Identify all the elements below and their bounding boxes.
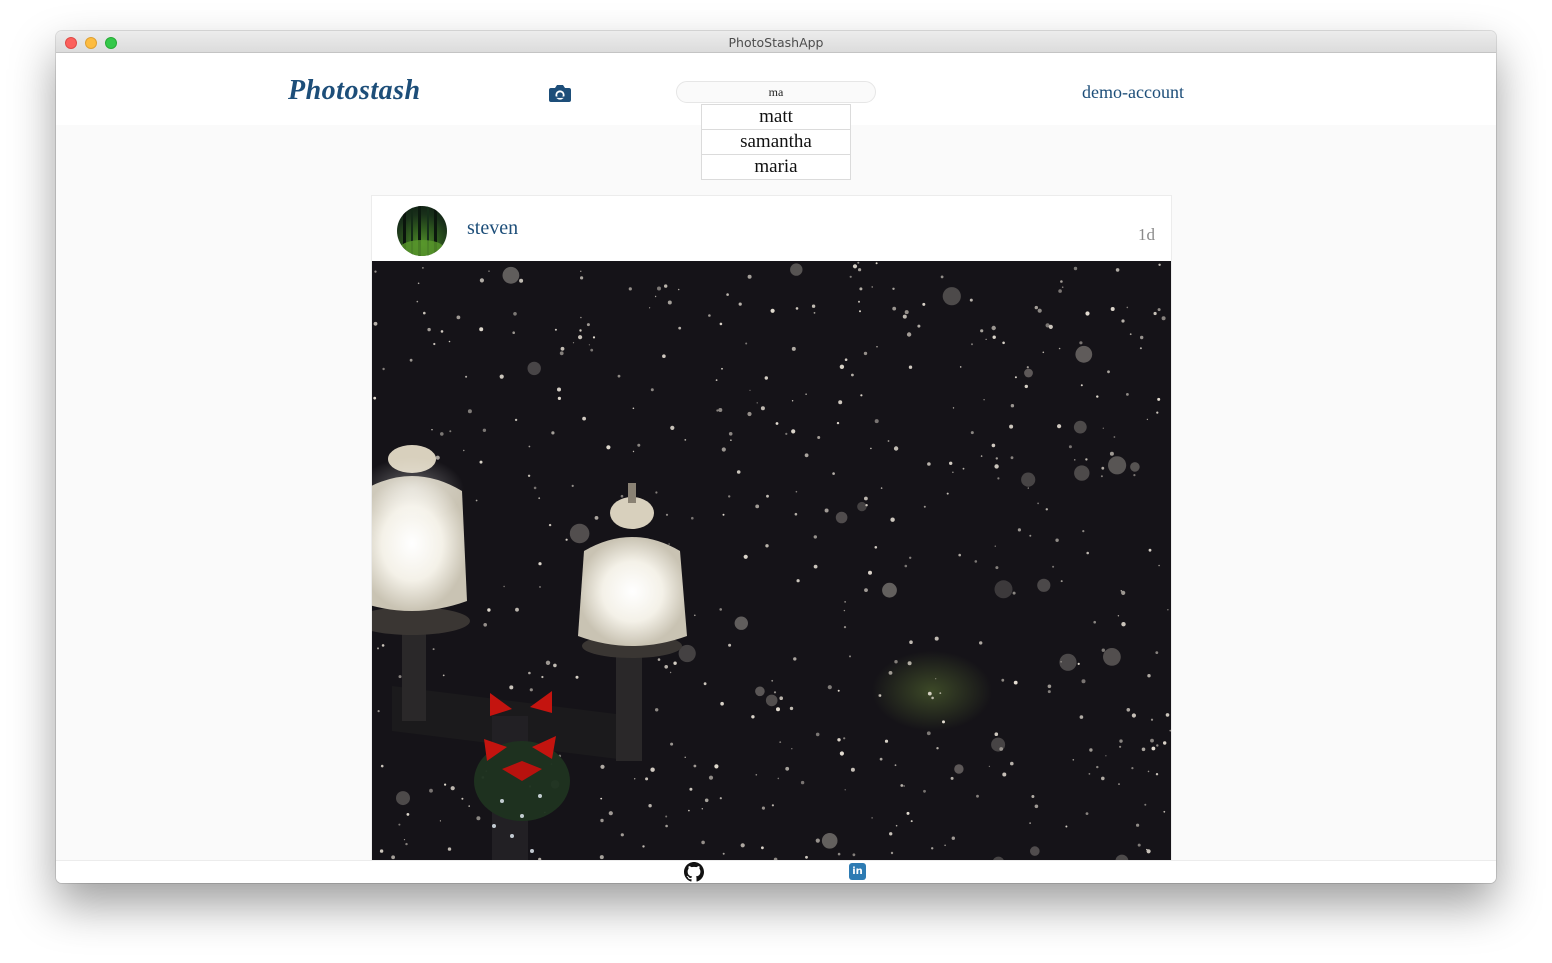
search-suggestion-maria[interactable]: maria [702,155,850,179]
post-timestamp: 1d [1138,225,1155,244]
github-icon[interactable] [684,862,704,882]
search-suggestion-samantha[interactable]: samantha [702,130,850,155]
window-titlebar: PhotoStashApp [56,31,1496,53]
search-input[interactable] [676,81,876,103]
camera-icon[interactable] [548,83,572,103]
footer: in [56,860,1496,883]
post-photo[interactable] [372,261,1172,875]
search-suggestion-matt[interactable]: matt [702,105,850,130]
search-suggestions-dropdown: matt samantha maria [701,104,851,180]
app-window: PhotoStashApp Photostash demo-account ma… [56,31,1496,883]
avatar-forest-image [400,206,444,256]
avatar[interactable] [397,206,447,256]
post-card: steven 1d [371,195,1172,875]
window-title: PhotoStashApp [728,35,824,50]
linkedin-icon[interactable]: in [849,863,866,880]
logo-link[interactable]: Photostash [288,75,421,107]
account-link[interactable]: demo-account [1082,82,1184,103]
post-username[interactable]: steven [467,217,518,240]
